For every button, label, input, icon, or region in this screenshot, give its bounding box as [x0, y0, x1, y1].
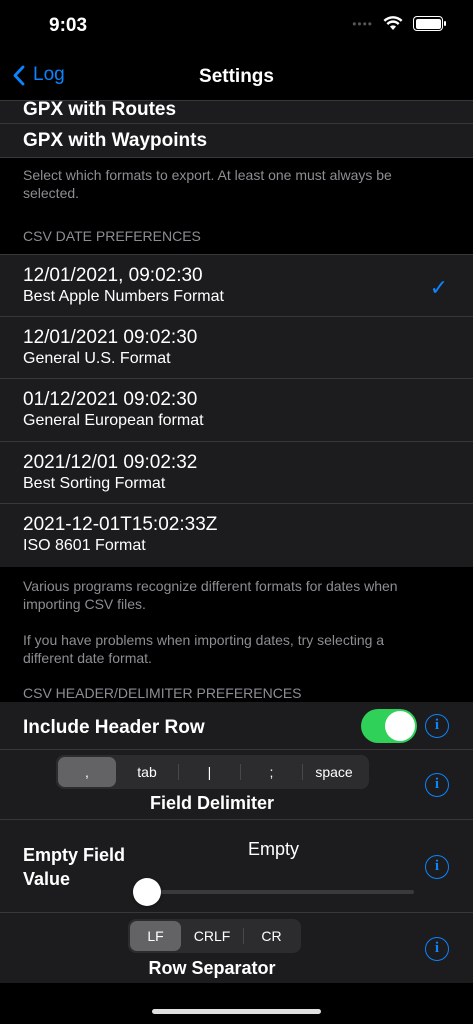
wifi-icon	[383, 16, 403, 30]
date-option-desc: Best Apple Numbers Format	[23, 288, 224, 305]
include-header-toggle[interactable]	[361, 708, 417, 743]
date-option-row[interactable]: 12/01/2021 09:02:30 General U.S. Format	[0, 316, 473, 379]
delimiter-option-pipe[interactable]: |	[179, 757, 240, 787]
settings-list: GPX with Routes GPX with Waypoints Selec…	[0, 99, 473, 983]
export-format-label: GPX with Routes	[23, 99, 177, 120]
checkmark-icon: ✓	[429, 275, 448, 300]
date-option-value: 12/01/2021, 09:02:30	[23, 265, 203, 286]
date-option-desc: General European format	[23, 412, 204, 429]
row-sep-option-lf[interactable]: LF	[130, 920, 181, 951]
empty-field-label: Empty Field Value	[23, 844, 126, 889]
info-icon[interactable]: i	[425, 936, 449, 961]
date-option-desc: General U.S. Format	[23, 349, 171, 367]
export-format-gpx-waypoints[interactable]: GPX with Waypoints	[0, 124, 473, 158]
signal-icon: ••••	[352, 16, 373, 31]
export-format-label: GPX with Waypoints	[23, 129, 208, 151]
date-option-row[interactable]: 01/12/2021 09:02:30 General European for…	[0, 379, 473, 442]
date-option-row[interactable]: 2021-12-01T15:02:33Z ISO 8601 Format	[0, 504, 473, 567]
csv-header-section-header: CSV HEADER/DELIMITER PREFERENCES	[0, 675, 473, 702]
date-option-value: 2021/12/01 09:02:32	[23, 451, 198, 473]
status-bar: 9:03 ••••	[0, 0, 473, 54]
home-indicator	[152, 1009, 321, 1014]
nav-bar: Log Settings	[0, 54, 473, 100]
field-delimiter-segmented-control: , tab | ; space	[56, 754, 369, 789]
delimiter-option-space[interactable]: space	[303, 757, 365, 787]
field-delimiter-row: , tab | ; space Field Delimiter i	[0, 749, 473, 820]
date-option-desc: ISO 8601 Format	[23, 537, 146, 554]
empty-field-slider-track[interactable]	[147, 889, 414, 894]
row-separator-label: Row Separator	[148, 957, 276, 978]
date-option-row[interactable]: 12/01/2021, 09:02:30 Best Apple Numbers …	[0, 254, 473, 317]
delimiter-option-semicolon[interactable]: ;	[241, 757, 302, 787]
info-icon[interactable]: i	[425, 772, 449, 797]
date-option-value: 12/01/2021 09:02:30	[23, 326, 198, 348]
date-option-row[interactable]: 2021/12/01 09:02:32 Best Sorting Format	[0, 441, 473, 504]
row-sep-option-crlf[interactable]: CRLF	[181, 921, 243, 951]
info-icon[interactable]: i	[425, 854, 449, 879]
csv-date-header: CSV DATE PREFERENCES	[0, 228, 473, 254]
date-option-value: 01/12/2021 09:02:30	[23, 389, 198, 410]
row-separator-row: LF CRLF CR Row Separator i	[0, 912, 473, 983]
include-header-label: Include Header Row	[23, 716, 205, 738]
export-formats-footer: Select which formats to export. At least…	[0, 158, 473, 228]
page-title: Settings	[199, 66, 274, 87]
status-time: 9:03	[49, 15, 88, 36]
csv-date-footer-2: If you have problems when importing date…	[0, 620, 473, 676]
export-format-gpx-routes[interactable]: GPX with Routes	[0, 99, 473, 124]
info-icon[interactable]: i	[425, 713, 449, 738]
field-delimiter-label: Field Delimiter	[149, 792, 275, 813]
date-option-desc: Best Sorting Format	[23, 474, 166, 492]
delimiter-option-comma[interactable]: ,	[58, 756, 116, 787]
include-header-row: Include Header Row i	[0, 701, 473, 750]
csv-date-footer-1: Various programs recognize different for…	[0, 566, 473, 621]
empty-field-slider-thumb[interactable]	[133, 877, 161, 906]
delimiter-option-tab[interactable]: tab	[116, 757, 178, 787]
empty-field-value: Empty	[247, 838, 299, 859]
battery-icon	[413, 16, 446, 31]
row-sep-option-cr[interactable]: CR	[244, 921, 299, 951]
status-icons: ••••	[352, 16, 446, 31]
row-separator-segmented-control: LF CRLF CR	[128, 918, 301, 953]
empty-field-row: Empty Field Value Empty i	[0, 819, 473, 913]
date-option-value: 2021-12-01T15:02:33Z	[23, 514, 218, 535]
